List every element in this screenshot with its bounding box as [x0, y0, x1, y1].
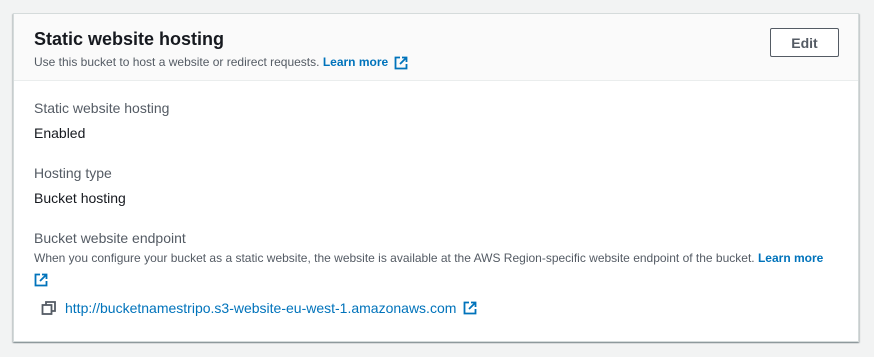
copy-icon[interactable] [41, 300, 57, 316]
bucket-website-endpoint-description: When you configure your bucket as a stat… [34, 248, 844, 288]
edit-button[interactable]: Edit [770, 28, 839, 57]
endpoint-learn-more-label: Learn more [757, 251, 824, 265]
learn-more-link[interactable]: Learn more [322, 55, 408, 70]
panel-description-text: Use this bucket to host a website or red… [34, 55, 320, 69]
static-website-hosting-panel: Static website hosting Use this bucket t… [13, 13, 859, 342]
hosting-type-value: Bucket hosting [34, 190, 126, 206]
external-link-icon [394, 56, 408, 70]
bucket-website-endpoint-label: Bucket website endpoint [34, 230, 186, 246]
endpoint-learn-more-link[interactable]: Learn more [758, 251, 823, 265]
endpoint-row: http://bucketnamestripo.s3-website-eu-we… [41, 298, 477, 318]
panel-title: Static website hosting [34, 29, 225, 49]
bucket-website-endpoint-link[interactable]: http://bucketnamestripo.s3-website-eu-we… [65, 300, 456, 316]
static-website-hosting-value: Enabled [34, 125, 86, 141]
hosting-type-label: Hosting type [34, 165, 112, 181]
static-website-hosting-label: Static website hosting [34, 100, 170, 116]
panel-header: Static website hosting Use this bucket t… [14, 14, 858, 81]
external-link-icon[interactable] [463, 301, 477, 315]
endpoint-description-text: When you configure your bucket as a stat… [34, 251, 755, 265]
panel-description: Use this bucket to host a website or red… [34, 54, 408, 70]
learn-more-label: Learn more [322, 55, 389, 69]
external-link-icon[interactable] [34, 273, 48, 287]
